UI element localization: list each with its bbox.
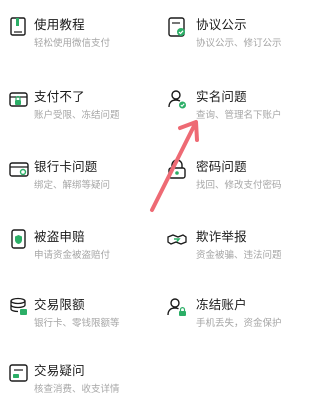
item-payment-failed[interactable]: 支付不了 账户受限、冻结问题 xyxy=(0,72,155,136)
item-subtitle: 查询、管理名下账户 xyxy=(196,110,282,121)
item-theft-claim[interactable]: 被盗申赔 申请资金被盗赔付 xyxy=(0,212,155,276)
item-bank-card[interactable]: 银行卡问题 绑定、解绑等疑问 xyxy=(0,142,155,206)
fraud-report-icon xyxy=(166,228,188,250)
wallet-lock-icon xyxy=(8,88,30,110)
user-verified-icon xyxy=(166,88,188,110)
bank-card-icon xyxy=(8,158,30,180)
book-icon xyxy=(8,16,30,38)
item-title: 交易疑问 xyxy=(34,363,85,378)
receipt-icon xyxy=(8,362,30,384)
item-title: 欺诈举报 xyxy=(196,229,247,244)
item-subtitle: 账户受限、冻结问题 xyxy=(34,110,120,121)
item-subtitle: 申请资金被盗赔付 xyxy=(34,250,111,261)
item-subtitle: 绑定、解绑等疑问 xyxy=(34,180,111,191)
item-freeze-account[interactable]: 冻结账户 手机丢失，资金保护 xyxy=(156,280,311,344)
item-transaction-query[interactable]: 交易疑问 核查消费、收支详情 xyxy=(0,346,155,410)
item-title: 交易限额 xyxy=(34,297,85,312)
item-title: 银行卡问题 xyxy=(34,159,98,174)
item-title: 支付不了 xyxy=(34,89,85,104)
item-subtitle: 轻松使用微信支付 xyxy=(34,38,111,49)
item-title: 冻结账户 xyxy=(196,297,247,312)
item-title: 被盗申赔 xyxy=(34,229,85,244)
item-title: 协议公示 xyxy=(196,17,247,32)
item-subtitle: 找回、修改支付密码 xyxy=(196,180,282,191)
coins-stack-icon xyxy=(8,296,30,318)
item-subtitle: 协议公示、修订公示 xyxy=(196,38,282,49)
item-title: 使用教程 xyxy=(34,17,85,32)
item-subtitle: 资金被骗、违法问题 xyxy=(196,250,282,261)
item-subtitle: 银行卡、零钱限额等 xyxy=(34,318,120,329)
lock-icon xyxy=(166,158,188,180)
item-subtitle: 核查消费、收支详情 xyxy=(34,384,120,395)
phone-shield-icon xyxy=(8,228,30,250)
item-fraud-report[interactable]: 欺诈举报 资金被骗、违法问题 xyxy=(156,212,311,276)
item-password[interactable]: 密码问题 找回、修改支付密码 xyxy=(156,142,311,206)
item-title: 密码问题 xyxy=(196,159,247,174)
item-transaction-limit[interactable]: 交易限额 银行卡、零钱限额等 xyxy=(0,280,155,344)
agreement-icon xyxy=(166,16,188,38)
item-subtitle: 手机丢失，资金保护 xyxy=(196,318,282,329)
item-real-name[interactable]: 实名问题 查询、管理名下账户 xyxy=(156,72,311,136)
service-grid: 使用教程 轻松使用微信支付 协议公示 协议公示、修订公示 支付不了 账户受限、冻… xyxy=(0,0,311,402)
item-tutorial[interactable]: 使用教程 轻松使用微信支付 xyxy=(0,0,155,64)
user-lock-icon xyxy=(166,296,188,318)
item-title: 实名问题 xyxy=(196,89,247,104)
item-agreement[interactable]: 协议公示 协议公示、修订公示 xyxy=(156,0,311,64)
